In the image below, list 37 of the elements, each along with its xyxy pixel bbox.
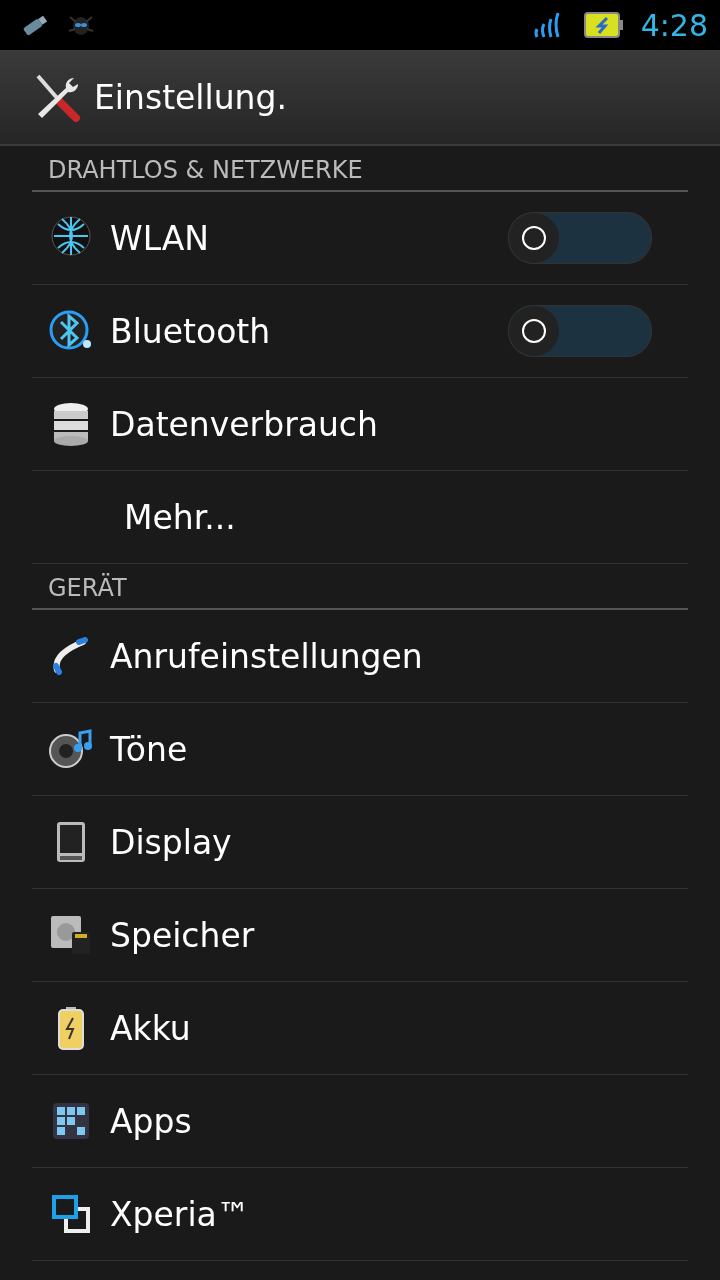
settings-item[interactable]: Speicher [32, 889, 688, 982]
settings-item[interactable]: Xperia™ [32, 1168, 688, 1261]
database-icon [51, 401, 91, 447]
section-header: DRAHTLOS & NETZWERKE [32, 146, 688, 192]
item-label: Apps [110, 1101, 193, 1141]
section-header: GERÄT [32, 564, 688, 610]
settings-item[interactable]: Anrufeinstellungen [32, 610, 688, 703]
item-label: Datenverbrauch [110, 404, 379, 444]
settings-item[interactable]: Datenverbrauch [32, 378, 688, 471]
item-label: Mehr... [123, 497, 237, 537]
speaker-icon [48, 729, 94, 769]
settings-item[interactable]: Bluetooth [32, 285, 688, 378]
item-label: Bluetooth [110, 311, 272, 351]
settings-item[interactable]: Mehr... [32, 471, 688, 564]
item-label: Xperia™ [110, 1194, 251, 1234]
settings-item[interactable]: Töne [32, 703, 688, 796]
settings-item[interactable]: Akku [32, 982, 688, 1075]
item-label: Töne [110, 729, 189, 769]
item-label: Akku [110, 1008, 192, 1048]
app-grid-icon [52, 1102, 90, 1140]
toggle-switch[interactable] [508, 305, 652, 357]
settings-item[interactable]: Apps [32, 1075, 688, 1168]
item-label: Anrufeinstellungen [110, 636, 424, 676]
hard-drive-icon [50, 914, 92, 956]
item-label: WLAN [110, 218, 211, 258]
battery-icon [57, 1006, 85, 1050]
phone-handset-icon [51, 636, 91, 676]
settings-item[interactable]: Display [32, 796, 688, 889]
clock-time: 4:28 [640, 7, 708, 43]
phone-device-icon [56, 821, 86, 863]
settings-item[interactable]: WLAN [32, 192, 688, 285]
toggle-switch[interactable] [508, 212, 652, 264]
item-label: Display [110, 822, 233, 862]
overlapping-squares-icon [51, 1194, 91, 1234]
item-label: Speicher [110, 915, 256, 955]
battery-charging-icon [582, 10, 625, 40]
screen-title: Einstellung. [94, 77, 287, 117]
